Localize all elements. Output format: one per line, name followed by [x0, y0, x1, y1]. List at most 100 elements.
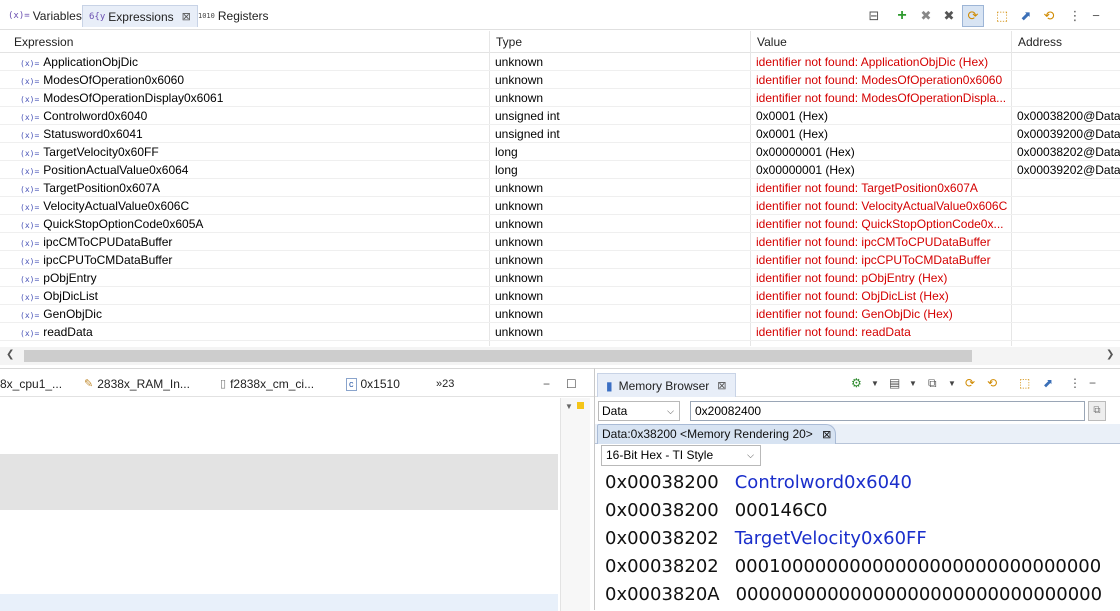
value-cell[interactable]: 0x0001 (Hex): [750, 107, 1012, 125]
table-row[interactable]: (x)= Statusword0x6041 unsigned int 0x0001 (…: [0, 125, 1120, 143]
dropdown-arrow-icon[interactable]: ▼: [909, 375, 917, 391]
remove-all-icon[interactable]: ✖: [941, 8, 957, 24]
tab-registers[interactable]: 1010 Registers: [198, 5, 269, 27]
collapse-all-icon[interactable]: ⊟: [866, 8, 882, 24]
table-row[interactable]: (x)= ObjDicList unknown identifier not foun…: [0, 287, 1120, 305]
value-cell[interactable]: 0x00000001 (Hex): [750, 143, 1012, 161]
collapse-arrow-icon[interactable]: ▼: [565, 402, 573, 411]
table-row[interactable]: (x)= Controlword0x6040 unsigned int 0x0001 …: [0, 107, 1120, 125]
tab-cm-file[interactable]: ▯ f2838x_cm_ci...: [220, 375, 314, 393]
more-tabs-button[interactable]: »23: [436, 375, 454, 393]
add-expression-icon[interactable]: +: [894, 8, 910, 24]
expression-cell[interactable]: (x)= ModesOfOperation0x6060: [20, 71, 490, 89]
memory-data[interactable]: 00000000000000000000000000000000: [736, 584, 1102, 605]
value-cell[interactable]: identifier not found: readData: [750, 323, 1012, 341]
tab-memory-rendering[interactable]: Data:0x38200 <Memory Rendering 20> ⊠: [597, 424, 837, 444]
tab-expressions[interactable]: 6{y Expressions ⊠: [82, 5, 198, 27]
memory-line[interactable]: 0x0003820A 000000000000000000000000000000…: [605, 581, 1102, 609]
value-cell[interactable]: identifier not found: QuickStopOptionCod…: [750, 215, 1012, 233]
memory-line[interactable]: 0x00038202 TargetVelocity0x60FF: [605, 525, 927, 553]
memory-line[interactable]: 0x00038202 000100000000000000000000000000…: [605, 553, 1101, 581]
table-row[interactable]: (x)= ipcCMToCPUDataBuffer unknown identifie…: [0, 233, 1120, 251]
expression-cell[interactable]: (x)= TargetPosition0x607A: [20, 179, 490, 197]
close-icon[interactable]: ⊠: [822, 429, 831, 441]
expression-cell[interactable]: (x)= PositionActualValue0x6064: [20, 161, 490, 179]
value-cell[interactable]: 0x00000001 (Hex): [750, 161, 1012, 179]
close-icon[interactable]: ⊠: [717, 379, 726, 392]
value-cell[interactable]: identifier not found: GenObjDic (Hex): [750, 305, 1012, 323]
tab-variables[interactable]: (x)= Variables: [8, 5, 82, 27]
format-select[interactable]: 16-Bit Hex - TI Style ⌵: [601, 445, 761, 466]
value-cell[interactable]: identifier not found: VelocityActualValu…: [750, 197, 1012, 215]
table-row[interactable]: (x)= readData unknown identifier not found:…: [0, 323, 1120, 341]
editor-body[interactable]: [0, 398, 560, 611]
expression-cell[interactable]: (x)= ObjDicList: [20, 287, 490, 305]
value-cell[interactable]: identifier not found: ipcCMToCPUDataBuff…: [750, 233, 1012, 251]
overview-ruler[interactable]: [560, 398, 590, 611]
export-icon[interactable]: ⬈: [1043, 375, 1053, 391]
value-cell[interactable]: identifier not found: TargetPosition0x60…: [750, 179, 1012, 197]
dropdown-arrow-icon[interactable]: ▼: [871, 375, 879, 391]
table-row[interactable]: (x)= ipcCPUToCMDataBuffer unknown identifie…: [0, 251, 1120, 269]
maximize-icon[interactable]: ☐: [566, 375, 577, 393]
table-row[interactable]: (x)= GenObjDic unknown identifier not found…: [0, 305, 1120, 323]
column-header-type[interactable]: Type: [490, 31, 751, 53]
continuous-refresh-icon[interactable]: ⟳: [962, 5, 984, 27]
expression-cell[interactable]: (x)= ModesOfOperationDisplay0x6061: [20, 89, 490, 107]
minimize-icon[interactable]: −: [1088, 8, 1104, 24]
expression-cell[interactable]: (x)= TargetVelocity0x60FF: [20, 143, 490, 161]
scroll-left-icon[interactable]: ❮: [6, 349, 14, 360]
expression-cell[interactable]: (x)= QuickStopOptionCode0x605A: [20, 215, 490, 233]
table-row[interactable]: (x)= ApplicationObjDic unknown identifier n…: [0, 53, 1120, 71]
minimize-icon[interactable]: −: [1089, 375, 1096, 391]
dropdown-arrow-icon[interactable]: ▼: [948, 375, 956, 391]
value-cell[interactable]: identifier not found: ModesOfOperationDi…: [750, 89, 1012, 107]
scroll-right-icon[interactable]: ❯: [1106, 349, 1114, 360]
value-cell[interactable]: identifier not found: pObjEntry (Hex): [750, 269, 1012, 287]
new-view-icon[interactable]: ⬚: [1019, 375, 1030, 391]
column-header-expression[interactable]: Expression: [8, 31, 490, 53]
view-menu-icon[interactable]: ⋮: [1067, 8, 1083, 24]
column-header-value[interactable]: Value: [751, 31, 1012, 53]
new-view-icon[interactable]: ⬚: [994, 8, 1010, 24]
tab-address[interactable]: c 0x1510: [346, 375, 400, 393]
expression-cell[interactable]: (x)= Statusword0x6041: [20, 125, 490, 143]
go-button[interactable]: ⧉: [1088, 401, 1106, 421]
expression-cell[interactable]: (x)= GenObjDic: [20, 305, 490, 323]
table-row[interactable]: (x)= ModesOfOperationDisplay0x6061 unknown…: [0, 89, 1120, 107]
table-row[interactable]: (x)= PositionActualValue0x6064 long 0x00000…: [0, 161, 1120, 179]
memory-line[interactable]: 0x00038200 Controlword0x6040: [605, 469, 912, 497]
value-cell[interactable]: identifier not found: ipcCPUToCMDataBuff…: [750, 251, 1012, 269]
expression-cell[interactable]: (x)= Controlword0x6040: [20, 107, 490, 125]
continuous-refresh-icon[interactable]: ⟲: [987, 375, 997, 391]
save-memory-icon[interactable]: ▤: [889, 375, 900, 391]
expression-cell[interactable]: (x)= ApplicationObjDic: [20, 53, 490, 71]
value-cell[interactable]: 0x0001 (Hex): [750, 125, 1012, 143]
tab-memory-browser[interactable]: ▮ Memory Browser ⊠: [597, 373, 736, 397]
close-icon[interactable]: ⊠: [182, 10, 191, 23]
column-header-address[interactable]: Address: [1012, 31, 1120, 53]
import-memory-icon[interactable]: ⧉: [928, 375, 937, 391]
remove-icon[interactable]: ✖: [918, 8, 934, 24]
expression-cell[interactable]: (x)= pObjEntry: [20, 269, 490, 287]
horizontal-scrollbar[interactable]: ❮ ❯: [0, 347, 1120, 365]
warning-marker-icon[interactable]: [577, 402, 584, 409]
export-icon[interactable]: ⬈: [1018, 8, 1034, 24]
value-cell[interactable]: identifier not found: ApplicationObjDic …: [750, 53, 1012, 71]
table-row[interactable]: (x)= ModesOfOperation0x6060 unknown identif…: [0, 71, 1120, 89]
expression-cell[interactable]: (x)= VelocityActualValue0x606C: [20, 197, 490, 215]
memory-data[interactable]: 000146C0: [735, 500, 828, 521]
table-row[interactable]: (x)= TargetPosition0x607A unknown identifie…: [0, 179, 1120, 197]
new-rendering-icon[interactable]: ⚙: [851, 375, 862, 391]
minimize-icon[interactable]: −: [543, 375, 550, 393]
expression-cell[interactable]: (x)= ipcCPUToCMDataBuffer: [20, 251, 490, 269]
table-row[interactable]: (x)= VelocityActualValue0x606C unknown iden…: [0, 197, 1120, 215]
table-row[interactable]: (x)= QuickStopOptionCode0x605A unknown iden…: [0, 215, 1120, 233]
value-cell[interactable]: identifier not found: ObjDicList (Hex): [750, 287, 1012, 305]
table-row[interactable]: (x)= pObjEntry unknown identifier not found…: [0, 269, 1120, 287]
refresh-icon[interactable]: ⟲: [1041, 8, 1057, 24]
expression-cell[interactable]: (x)= ipcCMToCPUDataBuffer: [20, 233, 490, 251]
refresh-icon[interactable]: ⟳: [965, 375, 975, 391]
tab-ram-file[interactable]: ✎ 2838x_RAM_In...: [84, 375, 190, 393]
expression-cell[interactable]: (x)= readData: [20, 323, 490, 341]
